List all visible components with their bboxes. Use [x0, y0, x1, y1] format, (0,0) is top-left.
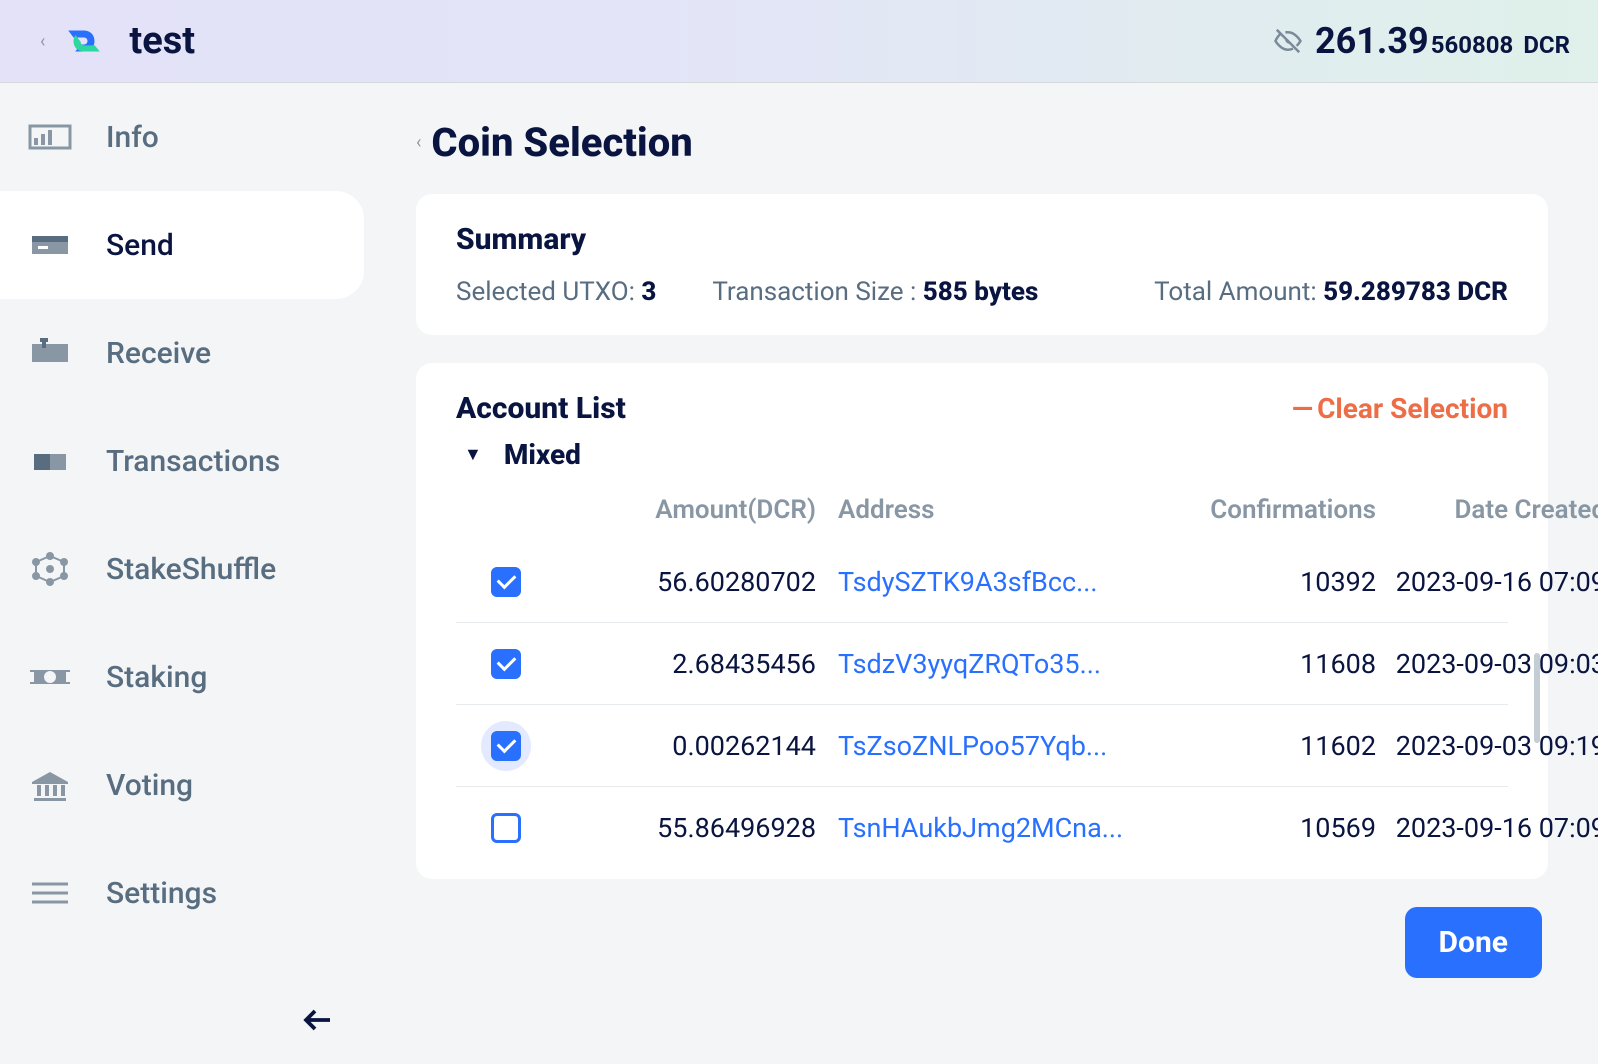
wallet-name: test [129, 19, 195, 63]
col-amount: Amount(DCR) [556, 495, 816, 525]
checkbox-focus-halo [481, 721, 531, 771]
utxo-table: Amount(DCR) Address Confirmations Date C… [456, 487, 1508, 869]
sidebar-item-stakeshuffle[interactable]: StakeShuffle [0, 515, 360, 623]
back-arrow-icon[interactable] [300, 1002, 336, 1042]
info-icon [28, 117, 78, 157]
page-title: Coin Selection [431, 119, 692, 166]
col-confirmations: Confirmations [1136, 495, 1376, 525]
clear-selection-button[interactable]: —Clear Selection [1292, 392, 1508, 425]
sidebar-item-label: Receive [106, 336, 211, 371]
utxo-checkbox[interactable] [491, 731, 521, 761]
summary-total-amount: Total Amount: 59.289783 DCR [1154, 277, 1508, 307]
header-back-chevron[interactable]: ‹ [40, 31, 45, 52]
table-row: 2.68435456TsdzV3yyqZRQTo35...116082023-0… [456, 623, 1508, 705]
sidebar-item-label: Voting [106, 768, 193, 803]
summary-selected-value: 3 [641, 277, 656, 307]
staking-icon [28, 657, 78, 697]
settings-icon [28, 873, 78, 913]
cell-confirmations: 11608 [1136, 648, 1376, 680]
main-content: ‹ Coin Selection Summary Selected UTXO: … [360, 83, 1598, 1064]
cell-date: 2023-09-03 09:03 [1376, 648, 1598, 680]
transactions-icon [28, 441, 78, 481]
sidebar-item-label: Send [106, 228, 174, 263]
sidebar: Info Send Receive Transactions StakeShuf… [0, 83, 360, 1064]
cell-confirmations: 10392 [1136, 566, 1376, 598]
balance-major: 261.39 [1315, 20, 1429, 62]
decred-logo-icon [63, 20, 105, 62]
sidebar-item-receive[interactable]: Receive [0, 299, 360, 407]
table-row: 0.00262144TsZsoZNLPoo57Yqb...116022023-0… [456, 705, 1508, 787]
summary-total-value: 59.289783 DCR [1323, 277, 1508, 307]
cell-date: 2023-09-16 07:09 [1376, 566, 1598, 598]
cell-address[interactable]: TsdySZTK9A3sfBcc... [816, 566, 1136, 598]
receive-icon [28, 333, 78, 373]
summary-total-label: Total Amount: [1154, 277, 1323, 307]
sidebar-item-label: Staking [106, 660, 207, 695]
cell-address[interactable]: TsZsoZNLPoo57Yqb... [816, 730, 1136, 762]
summary-card: Summary Selected UTXO: 3 Transaction Siz… [416, 194, 1548, 335]
sidebar-item-label: Settings [106, 876, 217, 911]
wallet-balance: 261.39560808 DCR [1315, 20, 1570, 62]
cell-amount: 0.00262144 [556, 730, 816, 762]
sidebar-item-transactions[interactable]: Transactions [0, 407, 360, 515]
cell-amount: 55.86496928 [556, 812, 816, 844]
sidebar-item-settings[interactable]: Settings [0, 839, 360, 947]
collapse-triangle-icon: ▼ [464, 444, 482, 465]
cell-confirmations: 10569 [1136, 812, 1376, 844]
cell-address[interactable]: TsnHAukbJmg2MCna... [816, 812, 1136, 844]
col-date: Date Created [1376, 495, 1598, 525]
top-bar: ‹ test 261.39560808 DCR [0, 0, 1598, 83]
utxo-checkbox[interactable] [491, 813, 521, 843]
cell-date: 2023-09-03 09:19 [1376, 730, 1598, 762]
table-header: Amount(DCR) Address Confirmations Date C… [456, 487, 1508, 541]
sidebar-item-info[interactable]: Info [0, 83, 360, 191]
summary-tx-size: Transaction Size : 585 bytes [712, 277, 1038, 307]
account-list-card: Account List —Clear Selection ▼ Mixed Am… [416, 363, 1548, 879]
cell-confirmations: 11602 [1136, 730, 1376, 762]
sidebar-item-send[interactable]: Send [0, 191, 364, 299]
sidebar-item-label: Transactions [106, 444, 280, 479]
account-list-heading: Account List [456, 391, 626, 426]
balance-ticker: DCR [1523, 31, 1570, 59]
sidebar-item-label: Info [106, 120, 159, 155]
summary-txsize-label: Transaction Size : [712, 277, 922, 307]
utxo-checkbox[interactable] [491, 567, 521, 597]
voting-icon [28, 765, 78, 805]
utxo-checkbox[interactable] [491, 649, 521, 679]
page-back-chevron[interactable]: ‹ [416, 132, 421, 153]
summary-selected-utxo: Selected UTXO: 3 [456, 277, 656, 307]
cell-amount: 2.68435456 [556, 648, 816, 680]
col-address: Address [816, 495, 1136, 525]
sidebar-item-voting[interactable]: Voting [0, 731, 360, 839]
send-icon [28, 225, 78, 265]
scrollbar-thumb[interactable] [1534, 653, 1540, 743]
sidebar-item-label: StakeShuffle [106, 552, 276, 587]
cell-address[interactable]: TsdzV3yyqZRQTo35... [816, 648, 1136, 680]
minus-icon: — [1292, 392, 1311, 425]
visibility-off-icon[interactable] [1273, 26, 1303, 56]
account-group-toggle[interactable]: ▼ Mixed [464, 438, 1508, 471]
clear-selection-label: Clear Selection [1317, 392, 1508, 425]
cell-amount: 56.60280702 [556, 566, 816, 598]
table-row: 56.60280702TsdySZTK9A3sfBcc...103922023-… [456, 541, 1508, 623]
sidebar-item-staking[interactable]: Staking [0, 623, 360, 731]
summary-selected-label: Selected UTXO: [456, 277, 641, 307]
balance-minor: 560808 [1431, 31, 1514, 59]
cell-date: 2023-09-16 07:09 [1376, 812, 1598, 844]
stakeshuffle-icon [28, 549, 78, 589]
summary-txsize-value: 585 bytes [923, 277, 1039, 307]
done-button[interactable]: Done [1405, 907, 1542, 978]
account-group-name: Mixed [504, 438, 581, 471]
summary-heading: Summary [456, 222, 1508, 257]
table-row: 55.86496928TsnHAukbJmg2MCna...105692023-… [456, 787, 1508, 869]
